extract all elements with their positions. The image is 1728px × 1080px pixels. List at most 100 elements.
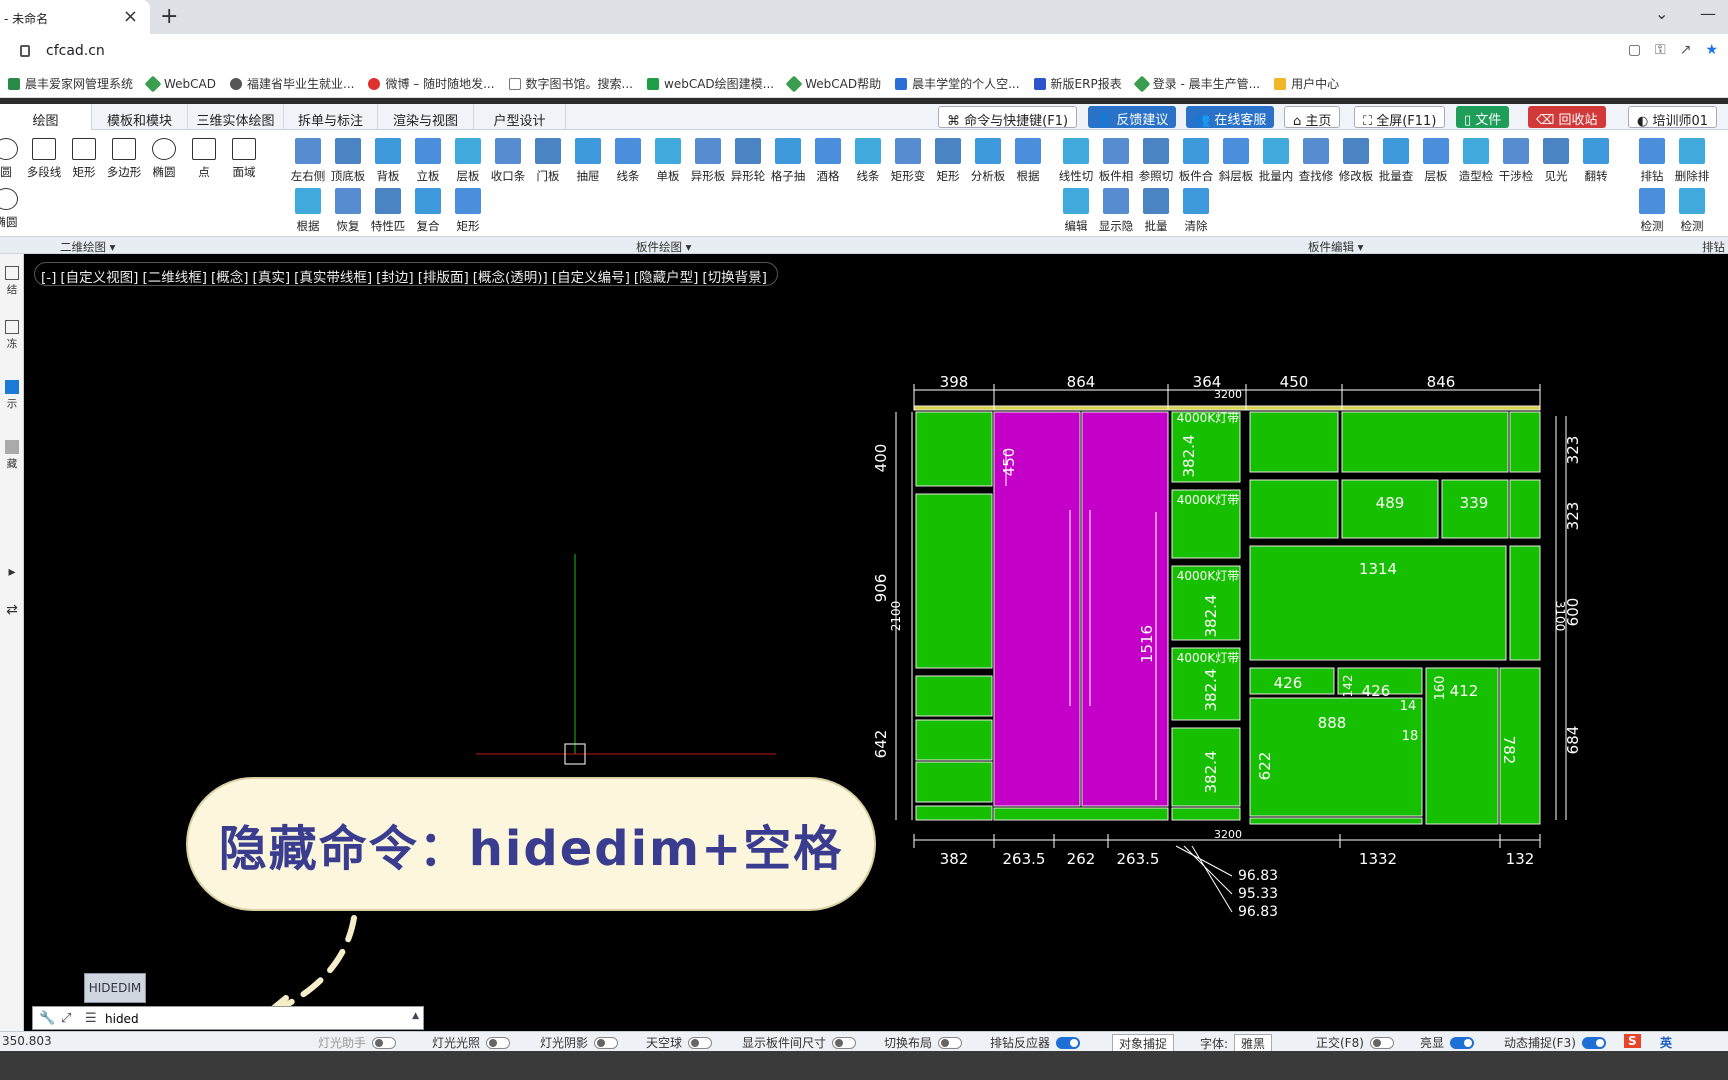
status-toggle-3[interactable]: 天空球 [646,1034,713,1051]
tool-button-2-1[interactable]: 根据 [288,186,328,234]
expand-icon[interactable]: ⤢ [61,1011,71,1026]
bookmark-item[interactable]: 用户中心 [1274,75,1339,92]
tool-button-1-11[interactable]: 层板 [448,136,488,184]
tool-button-1-37[interactable]: 干涉检 [1496,136,1536,184]
new-tab-icon[interactable]: + [160,4,178,29]
minimize-icon[interactable]: — [1700,4,1716,23]
layer-show-tool[interactable]: 示 [0,380,24,411]
tool-button-1-27[interactable]: 板件相 [1096,136,1136,184]
user-button[interactable]: ◐ 培训师01 [1628,106,1718,129]
status-toggle-6[interactable]: 排钻反应器 [990,1034,1081,1051]
close-tab-icon[interactable]: × [123,6,138,27]
command-input[interactable] [105,1010,405,1028]
tool-button-2-8[interactable]: 批量 [1136,186,1176,234]
tool-button-2-3[interactable]: 特性匹 [368,186,408,234]
bookmark-item[interactable]: 晨丰爱家网管理系统 [8,75,133,92]
tool-button-1-38[interactable]: 见光 [1536,136,1576,184]
bookmark-item[interactable]: 晨丰学堂的个人空... [895,75,1020,92]
tool-button-2-9[interactable]: 清除 [1176,186,1216,234]
tool-button-1-26[interactable]: 线性切 [1056,136,1096,184]
status-toggle-2[interactable]: 灯光阴影 [540,1034,619,1051]
tool-button-1-25[interactable]: 根据 [1008,136,1048,184]
feedback-button[interactable]: 👤 反馈建议 [1088,106,1177,128]
highlight-toggle[interactable]: 亮显 [1420,1034,1475,1051]
tool-button-2-0[interactable]: 椭圆 [0,186,26,230]
fullscreen-button[interactable]: ⛶ 全屏(F11) [1354,106,1446,129]
tab-draw[interactable]: 绘图 [0,104,92,130]
tool-button-1-30[interactable]: 斜层板 [1216,136,1256,184]
command-suggestion[interactable]: HIDEDIM [84,973,146,1003]
bookmark-item[interactable]: 新版ERP报表 [1033,75,1122,92]
url-field[interactable]: cfcad.cn [46,43,105,59]
tool-button-1-31[interactable]: 批量内 [1256,136,1296,184]
bookmark-item[interactable]: 福建省毕业生就业... [230,75,354,92]
browser-tab[interactable]: - 未命名 × [0,0,150,34]
tool-button-1-34[interactable]: 批量查 [1376,136,1416,184]
bookmark-item[interactable]: 微博 – 随时随地发... [368,75,495,92]
support-button[interactable]: 👥 在线客服 [1186,106,1275,128]
tool-button-2-10[interactable]: 检测 [1632,186,1672,234]
status-toggle-5[interactable]: 切换布局 [884,1034,963,1051]
tool-button-1-4[interactable]: 椭圆 [144,136,184,180]
tool-button-1-16[interactable]: 单板 [648,136,688,184]
tool-button-1-24[interactable]: 分析板 [968,136,1008,184]
bookmark-item[interactable]: WebCAD帮助 [785,75,881,92]
share-icon[interactable]: ↗ [1680,42,1692,58]
bookmark-item[interactable]: webCAD绘图建模... [647,75,774,92]
layer-hide-tool[interactable]: 藏 [0,440,24,471]
tab-render-view[interactable]: 渲染与视图 [378,104,474,130]
tool-button-1-41[interactable]: 删除排 [1672,136,1712,184]
group-2d-draw[interactable]: 二维绘图 ▾ [60,239,115,255]
recycle-bin-button[interactable]: ⌫ 回收站 [1528,106,1606,128]
tool-button-1-0[interactable]: 圆 [0,136,26,180]
tab-floorplan[interactable]: 户型设计 [474,104,566,130]
tool-button-1-17[interactable]: 异形板 [688,136,728,184]
tool-button-1-7[interactable]: 左右侧 [288,136,328,184]
history-up-icon[interactable]: ▲ [412,1011,419,1021]
tool-button-1-1[interactable]: 多段线 [24,136,64,180]
tab-search-icon[interactable]: ⌄ [1655,4,1668,23]
tool-button-1-9[interactable]: 背板 [368,136,408,184]
tool-button-2-2[interactable]: 恢复 [328,186,368,234]
tool-button-1-35[interactable]: 层板 [1416,136,1456,184]
tool-button-1-6[interactable]: 面域 [224,136,264,180]
tool-button-2-5[interactable]: 矩形 [448,186,488,234]
cad-canvas[interactable]: [-] [自定义视图] [二维线框] [概念] [真实] [真实带线框] [封边] [排版面]… [24,254,1728,1031]
list-icon[interactable]: ☰ [85,1011,97,1026]
wrench-icon[interactable]: 🔧 [39,1011,55,1026]
tool-button-2-11[interactable]: 检测 [1672,186,1712,234]
dynamic-snap-toggle[interactable]: 动态捕捉(F3) [1504,1034,1606,1051]
tool-button-1-3[interactable]: 多边形 [104,136,144,180]
group-drilling[interactable]: 排钻 [1702,239,1725,255]
tool-button-2-6[interactable]: 编辑 [1056,186,1096,234]
tool-button-1-40[interactable]: 排钻 [1632,136,1672,184]
bookmark-item[interactable]: 登录 - 晨丰生产管... [1133,75,1260,92]
bookmark-star-icon[interactable]: ★ [1705,42,1718,58]
tool-button-1-2[interactable]: 矩形 [64,136,104,180]
tab-templates[interactable]: 模板和模块 [92,104,188,130]
tool-button-1-23[interactable]: 矩形 [928,136,968,184]
status-toggle-1[interactable]: 灯光光照 [432,1034,511,1051]
tool-button-1-33[interactable]: 修改板 [1336,136,1376,184]
tool-button-1-19[interactable]: 格子抽 [768,136,808,184]
bookmark-item[interactable]: 数字图书馆。搜索... [508,75,633,92]
tool-button-1-5[interactable]: 点 [184,136,224,180]
page-icon[interactable]: ▢ [1628,42,1641,58]
home-button[interactable]: ⌂ 主页 [1284,106,1341,129]
expand-panel-icon[interactable]: ▸ [0,564,24,580]
tool-button-1-15[interactable]: 线条 [608,136,648,184]
swap-icon[interactable]: ⇄ [0,602,24,618]
tool-button-1-8[interactable]: 顶底板 [328,136,368,184]
status-toggle-4[interactable]: 显示板件间尺寸 [742,1034,857,1051]
tool-button-1-29[interactable]: 板件合 [1176,136,1216,184]
tool-button-1-10[interactable]: 立板 [408,136,448,184]
tab-3d-solid[interactable]: 三维实体绘图 [188,104,284,130]
tool-button-1-28[interactable]: 参照切 [1136,136,1176,184]
tool-button-1-12[interactable]: 收口条 [488,136,528,184]
shortcuts-button[interactable]: ⌘ 命令与快捷键(F1) [938,106,1078,129]
tab-split-annotate[interactable]: 拆单与标注 [284,104,378,130]
bookmark-item[interactable]: WebCAD [144,75,216,92]
tool-button-1-39[interactable]: 翻转 [1576,136,1616,184]
tool-button-1-32[interactable]: 查找修 [1296,136,1336,184]
tool-button-2-7[interactable]: 显示隐 [1096,186,1136,234]
